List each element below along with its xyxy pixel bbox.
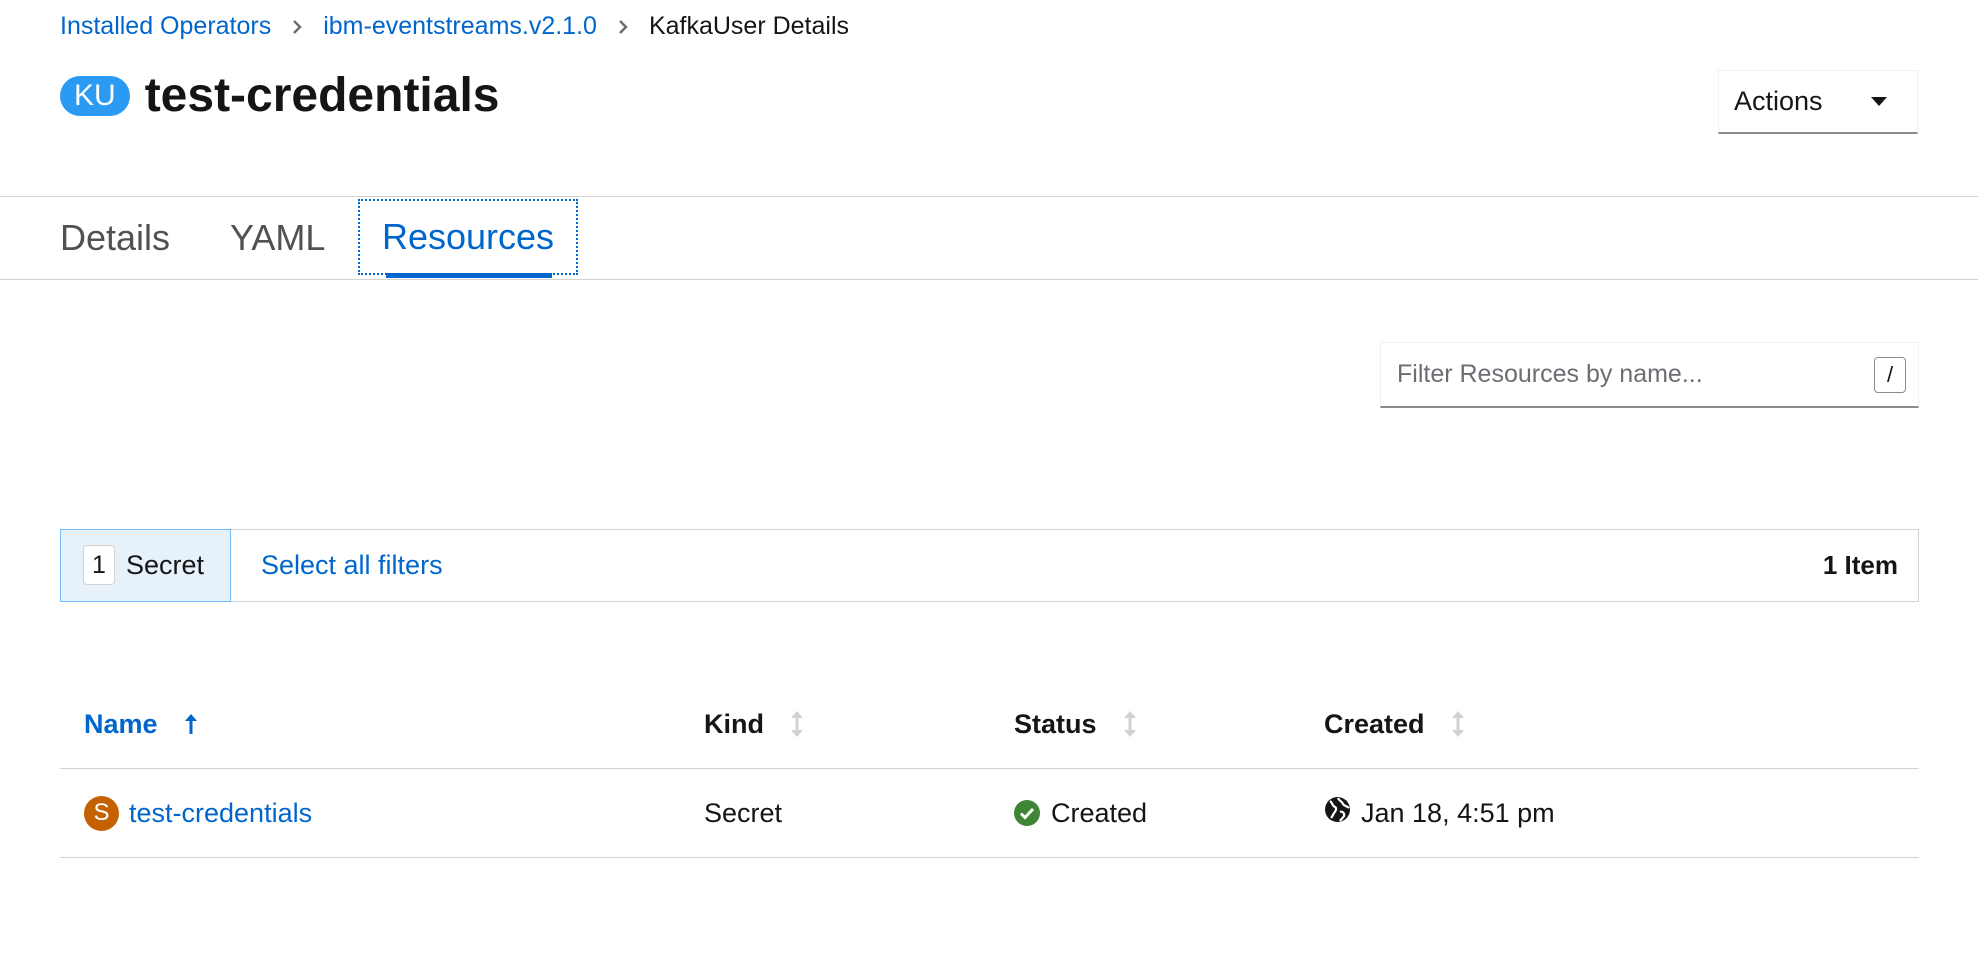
active-tab-indicator <box>386 273 552 278</box>
filter-resources-input[interactable] <box>1381 343 1874 406</box>
secret-kind-badge: S <box>84 795 119 831</box>
secret-filter-chip[interactable]: 1 Secret <box>60 528 231 602</box>
actions-label: Actions <box>1734 86 1823 116</box>
cell-kind: Secret <box>704 797 783 828</box>
arrow-up-icon <box>184 712 198 736</box>
breadcrumb: Installed Operators ibm-eventstreams.v2.… <box>60 12 849 41</box>
created-timestamp: Jan 18, 4:51 pm <box>1361 797 1555 828</box>
tab-resources[interactable]: Resources <box>358 199 578 275</box>
column-header-label: Status <box>1014 708 1097 739</box>
resource-name-link[interactable]: test-credentials <box>129 798 312 829</box>
keyboard-shortcut-hint: / <box>1874 356 1906 393</box>
status-text: Created <box>1051 797 1148 828</box>
select-all-filters-link[interactable]: Select all filters <box>261 550 443 581</box>
tab-bar: Details YAML Resources <box>0 196 1978 280</box>
resource-kind-badge: KU <box>60 75 130 116</box>
item-count: 1 Item <box>1822 550 1898 580</box>
column-header-kind[interactable]: Kind <box>704 680 804 768</box>
filter-chip-label: Secret <box>126 549 205 580</box>
column-header-created[interactable]: Created <box>1324 680 1465 768</box>
resources-table: Name Kind Status Created S test-credenti… <box>60 680 1919 858</box>
page-title: test-credentials <box>144 69 500 122</box>
breadcrumb-operator-version[interactable]: ibm-eventstreams.v2.1.0 <box>323 12 597 41</box>
column-header-label: Kind <box>704 708 764 739</box>
actions-dropdown-button[interactable]: Actions <box>1718 70 1918 134</box>
table-row: S test-credentials Secret Created Jan 18… <box>60 769 1919 858</box>
column-header-label: Name <box>84 708 158 739</box>
sort-arrows-icon <box>1123 710 1137 738</box>
chevron-right-icon <box>291 18 303 36</box>
caret-down-icon <box>1871 97 1887 106</box>
chevron-right-icon <box>617 18 629 36</box>
breadcrumb-current: KafkaUser Details <box>648 12 850 40</box>
tab-details[interactable]: Details <box>60 197 170 279</box>
filter-chip-count: 1 <box>83 545 115 585</box>
tab-yaml[interactable]: YAML <box>230 197 325 279</box>
column-header-name[interactable]: Name <box>84 680 198 768</box>
table-header: Name Kind Status Created <box>60 680 1919 769</box>
cell-status: Created <box>1014 769 1147 857</box>
column-header-status[interactable]: Status <box>1014 680 1137 768</box>
sort-arrows-icon <box>790 710 804 738</box>
globe-icon <box>1324 796 1351 823</box>
page-heading: KU test-credentials <box>60 68 499 123</box>
cell-created: Jan 18, 4:51 pm <box>1324 769 1555 857</box>
row-filter-bar: 1 Secret Select all filters 1 Item <box>60 528 1919 602</box>
check-circle-icon <box>1014 800 1040 826</box>
filter-resources-box: / <box>1380 342 1919 408</box>
column-header-label: Created <box>1324 708 1425 739</box>
breadcrumb-installed-operators[interactable]: Installed Operators <box>60 12 271 41</box>
cell-name: S test-credentials <box>84 769 312 857</box>
sort-arrows-icon <box>1451 710 1465 738</box>
